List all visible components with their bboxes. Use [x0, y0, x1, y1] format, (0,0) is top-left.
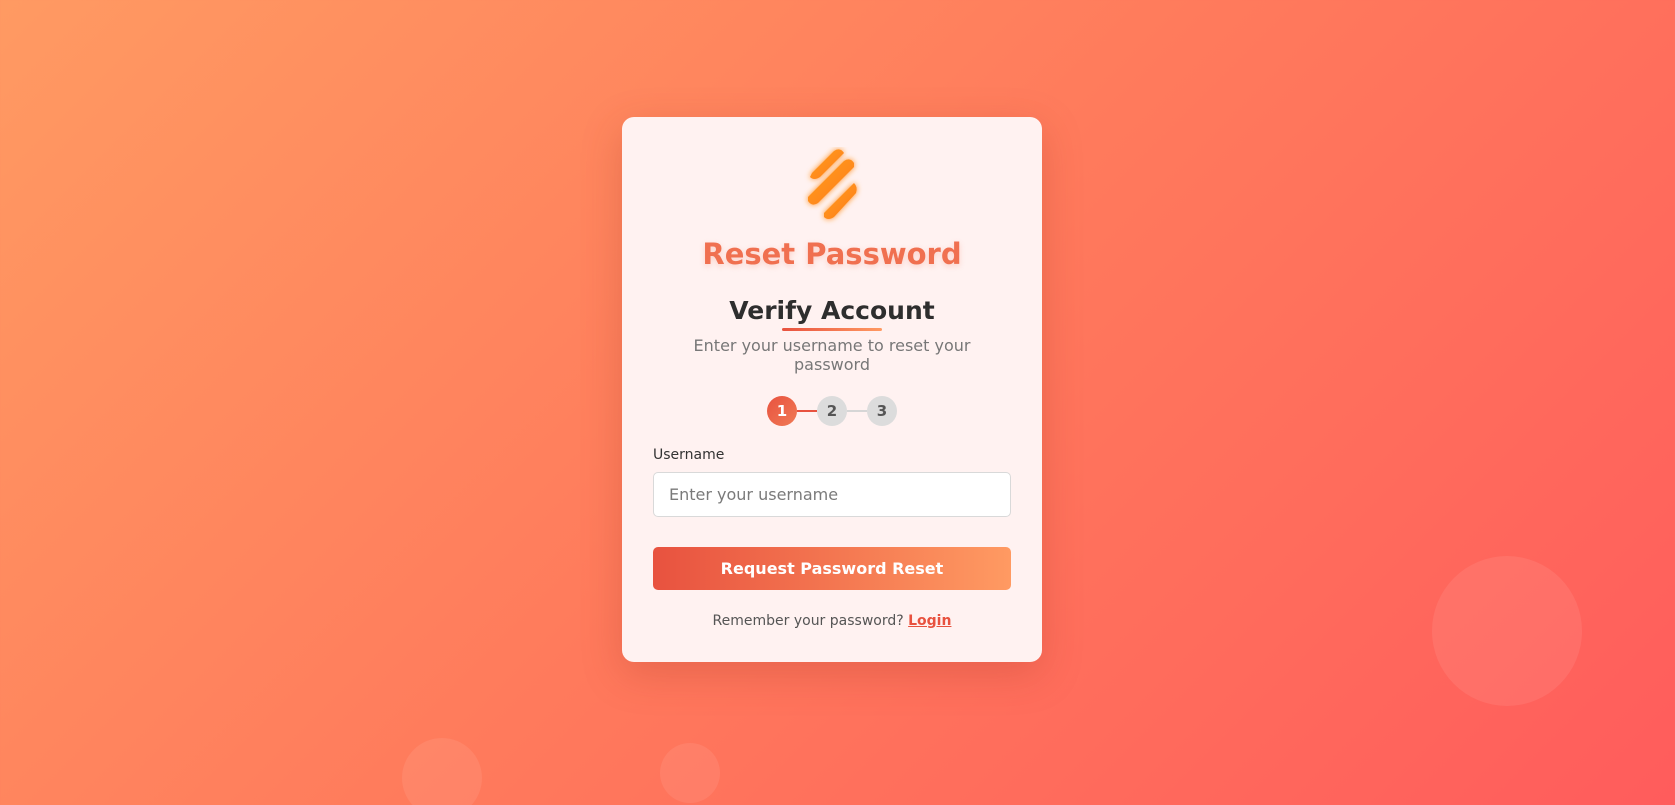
brand-title: Reset Password: [702, 237, 962, 271]
orange-stripes-logo-icon: [808, 149, 857, 219]
request-reset-button[interactable]: Request Password Reset: [653, 547, 1011, 590]
step-description: Enter your username to reset your passwo…: [693, 336, 971, 374]
step-indicator-1: 1: [767, 396, 797, 426]
background-bubble: [660, 743, 720, 803]
login-link[interactable]: Login: [908, 613, 951, 629]
username-label: Username: [653, 447, 725, 463]
username-input[interactable]: [653, 472, 1011, 517]
stepper-connector: [797, 410, 817, 412]
step-indicator-3: 3: [867, 396, 897, 426]
step-title: Verify Account: [729, 296, 935, 325]
login-prompt: Remember your password? Login: [622, 613, 1042, 629]
title-underline: [782, 328, 882, 331]
stepper-connector: [847, 410, 867, 412]
progress-stepper: 1 2 3: [767, 396, 897, 426]
background-bubble: [1432, 556, 1582, 706]
step-indicator-2: 2: [817, 396, 847, 426]
login-prompt-text: Remember your password?: [712, 613, 904, 629]
background-bubble: [402, 738, 482, 805]
reset-password-card: Reset Password Verify Account Enter your…: [622, 117, 1042, 662]
